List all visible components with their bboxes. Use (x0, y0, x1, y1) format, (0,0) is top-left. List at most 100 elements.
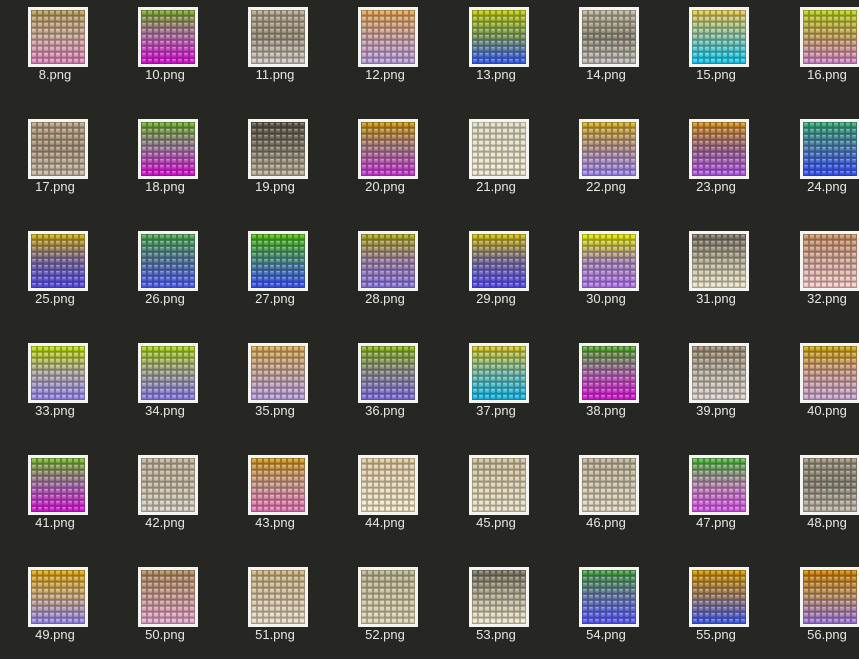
file-name-label[interactable]: 41.png (0, 515, 110, 530)
file-item[interactable]: 39.png (661, 336, 771, 436)
file-name-label[interactable]: 44.png (330, 515, 440, 530)
file-item[interactable]: 27.png (220, 224, 330, 324)
file-item[interactable]: 49.png (0, 560, 110, 659)
file-thumbnail[interactable] (358, 231, 418, 291)
file-name-label[interactable]: 18.png (110, 179, 220, 194)
file-thumbnail[interactable] (579, 7, 639, 67)
file-item[interactable]: 34.png (110, 336, 220, 436)
file-item[interactable]: 29.png (441, 224, 551, 324)
file-item[interactable]: 25.png (0, 224, 110, 324)
file-name-label[interactable]: 20.png (330, 179, 440, 194)
file-item[interactable]: 11.png (220, 0, 330, 100)
file-thumbnail[interactable] (800, 455, 859, 515)
file-name-label[interactable]: 40.png (772, 403, 859, 418)
file-name-label[interactable]: 25.png (0, 291, 110, 306)
file-item[interactable]: 50.png (110, 560, 220, 659)
file-name-label[interactable]: 17.png (0, 179, 110, 194)
file-thumbnail[interactable] (689, 7, 749, 67)
file-thumbnail[interactable] (800, 343, 859, 403)
file-name-label[interactable]: 30.png (551, 291, 661, 306)
file-thumbnail[interactable] (358, 455, 418, 515)
file-thumbnail[interactable] (138, 231, 198, 291)
file-item[interactable]: 28.png (330, 224, 440, 324)
file-item[interactable]: 47.png (661, 448, 771, 548)
file-item[interactable]: 10.png (110, 0, 220, 100)
file-item[interactable]: 12.png (330, 0, 440, 100)
file-thumbnail[interactable] (579, 567, 639, 627)
file-thumbnail[interactable] (138, 119, 198, 179)
file-thumbnail[interactable] (248, 455, 308, 515)
file-item[interactable]: 31.png (661, 224, 771, 324)
file-name-label[interactable]: 13.png (441, 67, 551, 82)
file-name-label[interactable]: 48.png (772, 515, 859, 530)
file-name-label[interactable]: 54.png (551, 627, 661, 642)
file-name-label[interactable]: 14.png (551, 67, 661, 82)
file-name-label[interactable]: 45.png (441, 515, 551, 530)
file-name-label[interactable]: 52.png (330, 627, 440, 642)
file-item[interactable]: 38.png (551, 336, 661, 436)
file-name-label[interactable]: 49.png (0, 627, 110, 642)
file-thumbnail[interactable] (138, 343, 198, 403)
file-item[interactable]: 40.png (772, 336, 859, 436)
file-thumbnail[interactable] (689, 343, 749, 403)
file-item[interactable]: 48.png (772, 448, 859, 548)
file-thumbnail[interactable] (248, 119, 308, 179)
file-thumbnail[interactable] (138, 7, 198, 67)
file-thumbnail[interactable] (28, 231, 88, 291)
file-name-label[interactable]: 50.png (110, 627, 220, 642)
file-item[interactable]: 33.png (0, 336, 110, 436)
file-thumbnail[interactable] (579, 343, 639, 403)
file-item[interactable]: 45.png (441, 448, 551, 548)
file-item[interactable]: 24.png (772, 112, 859, 212)
file-name-label[interactable]: 53.png (441, 627, 551, 642)
file-item[interactable]: 19.png (220, 112, 330, 212)
file-thumbnail[interactable] (579, 119, 639, 179)
file-item[interactable]: 15.png (661, 0, 771, 100)
file-name-label[interactable]: 36.png (330, 403, 440, 418)
file-name-label[interactable]: 38.png (551, 403, 661, 418)
file-thumbnail[interactable] (358, 567, 418, 627)
file-name-label[interactable]: 11.png (220, 67, 330, 82)
file-item[interactable]: 41.png (0, 448, 110, 548)
file-item[interactable]: 16.png (772, 0, 859, 100)
file-name-label[interactable]: 19.png (220, 179, 330, 194)
file-thumbnail[interactable] (579, 455, 639, 515)
file-item[interactable]: 17.png (0, 112, 110, 212)
file-name-label[interactable]: 46.png (551, 515, 661, 530)
file-name-label[interactable]: 56.png (772, 627, 859, 642)
file-item[interactable]: 51.png (220, 560, 330, 659)
file-name-label[interactable]: 21.png (441, 179, 551, 194)
file-thumbnail[interactable] (358, 7, 418, 67)
file-name-label[interactable]: 29.png (441, 291, 551, 306)
file-thumbnail[interactable] (689, 567, 749, 627)
file-item[interactable]: 56.png (772, 560, 859, 659)
file-item[interactable]: 13.png (441, 0, 551, 100)
file-thumbnail[interactable] (358, 343, 418, 403)
file-thumbnail[interactable] (28, 455, 88, 515)
file-name-label[interactable]: 22.png (551, 179, 661, 194)
file-name-label[interactable]: 8.png (0, 67, 110, 82)
file-thumbnail[interactable] (358, 119, 418, 179)
file-name-label[interactable]: 47.png (661, 515, 771, 530)
file-name-label[interactable]: 27.png (220, 291, 330, 306)
file-thumbnail[interactable] (138, 567, 198, 627)
file-name-label[interactable]: 28.png (330, 291, 440, 306)
file-name-label[interactable]: 43.png (220, 515, 330, 530)
file-item[interactable]: 14.png (551, 0, 661, 100)
file-item[interactable]: 42.png (110, 448, 220, 548)
file-name-label[interactable]: 12.png (330, 67, 440, 82)
file-item[interactable]: 32.png (772, 224, 859, 324)
file-thumbnail[interactable] (689, 455, 749, 515)
file-thumbnail[interactable] (28, 7, 88, 67)
file-name-label[interactable]: 15.png (661, 67, 771, 82)
file-name-label[interactable]: 51.png (220, 627, 330, 642)
file-thumbnail[interactable] (28, 567, 88, 627)
file-name-label[interactable]: 37.png (441, 403, 551, 418)
file-thumbnail[interactable] (469, 567, 529, 627)
file-thumbnail[interactable] (248, 7, 308, 67)
file-item[interactable]: 30.png (551, 224, 661, 324)
file-thumbnail[interactable] (248, 343, 308, 403)
file-item[interactable]: 23.png (661, 112, 771, 212)
file-item[interactable]: 46.png (551, 448, 661, 548)
file-item[interactable]: 36.png (330, 336, 440, 436)
